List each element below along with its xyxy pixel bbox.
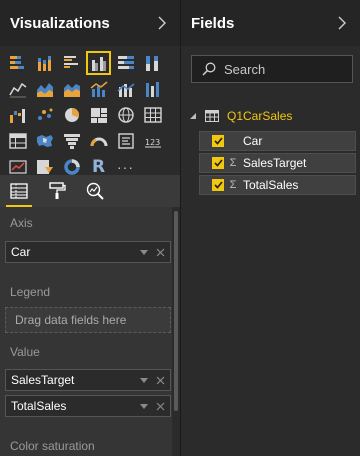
globe-map-icon[interactable] [112, 102, 139, 128]
checkbox-checked-icon[interactable] [212, 135, 224, 147]
waterfall-icon[interactable] [4, 102, 31, 128]
visualizations-pane: Visualizations 123 R ··· Axis Car Legend… [0, 0, 180, 456]
chevron-down-icon[interactable] [138, 374, 150, 386]
line-chart-icon[interactable] [4, 76, 31, 102]
axis-well-label: Axis [10, 216, 33, 230]
clustered-column-icon[interactable] [85, 50, 112, 76]
paint-roller-icon [49, 182, 66, 199]
checkbox-checked-icon[interactable] [212, 179, 224, 191]
table-node-q1carsales[interactable]: Q1CarSales [189, 106, 292, 126]
sigma-icon: Σ [229, 157, 237, 169]
fields-search-input[interactable]: Search [191, 55, 353, 83]
sigma-icon: Σ [229, 179, 237, 191]
funnel-icon[interactable] [58, 128, 85, 154]
table-name: Q1CarSales [227, 109, 293, 123]
table-icon[interactable] [139, 102, 166, 128]
area-chart-icon[interactable] [31, 76, 58, 102]
analytics-magnifier-icon [86, 182, 104, 200]
axis-field-name: Car [11, 245, 31, 259]
remove-field-close-icon[interactable] [154, 400, 166, 412]
fields-grid-icon [10, 183, 28, 199]
field-name: TotalSales [243, 178, 299, 192]
100-stacked-column-icon[interactable] [139, 50, 166, 76]
visualizations-title: Visualizations [10, 14, 110, 32]
field-item-salestarget[interactable]: Σ SalesTarget [199, 153, 356, 173]
value-field-pill[interactable]: SalesTarget [5, 369, 171, 391]
value-well-label: Value [10, 345, 40, 359]
axis-field-pill[interactable]: Car [5, 241, 171, 263]
visualization-gallery: 123 R ··· [4, 50, 176, 180]
expand-triangle-icon [190, 113, 196, 119]
fields-header: Fields [181, 0, 360, 46]
more-label: ··· [117, 159, 134, 175]
legend-drop-zone[interactable]: Drag data fields here [5, 307, 171, 333]
format-tab[interactable] [38, 175, 76, 207]
field-wells: Axis Car Legend Drag data fields here Va… [0, 207, 172, 456]
stacked-area-icon[interactable] [58, 76, 85, 102]
value-field-pill[interactable]: TotalSales [5, 395, 171, 417]
value-field-name: TotalSales [11, 399, 67, 413]
value-field-name: SalesTarget [11, 373, 75, 387]
matrix-icon[interactable] [4, 128, 31, 154]
table-icon [205, 110, 219, 122]
scatter-chart-icon[interactable] [31, 102, 58, 128]
remove-field-close-icon[interactable] [154, 374, 166, 386]
multi-row-card-icon[interactable]: 123 [139, 128, 166, 154]
visualization-subtabs [0, 175, 180, 207]
field-item-car[interactable]: Car [199, 131, 356, 151]
fields-pane: Fields Search Q1CarSales Car Σ SalesTarg… [181, 0, 360, 456]
search-placeholder: Search [224, 61, 266, 77]
clustered-bar-icon[interactable] [58, 50, 85, 76]
chevron-down-icon[interactable] [138, 400, 150, 412]
legend-well-label: Legend [10, 285, 51, 299]
visualizations-header: Visualizations [0, 0, 180, 46]
line-clustered-column-icon[interactable] [85, 76, 112, 102]
100-stacked-bar-icon[interactable] [112, 50, 139, 76]
wells-scrollbar[interactable] [172, 207, 180, 456]
search-icon [202, 62, 216, 76]
collapse-visualizations-chevron-icon[interactable] [156, 15, 168, 31]
filled-map-icon[interactable] [31, 128, 58, 154]
stacked-bar-icon[interactable] [4, 50, 31, 76]
stacked-column-icon[interactable] [31, 50, 58, 76]
card-icon[interactable] [112, 128, 139, 154]
treemap-icon[interactable] [85, 102, 112, 128]
field-item-totalsales[interactable]: Σ TotalSales [199, 175, 356, 195]
fields-title: Fields [191, 14, 235, 32]
color-saturation-well-label: Color saturation [10, 439, 95, 453]
r-script-label: R [91, 157, 106, 177]
gauge-icon[interactable] [85, 128, 112, 154]
svg-text:123: 123 [145, 138, 160, 147]
line-stacked-column-icon[interactable] [112, 76, 139, 102]
chevron-down-icon[interactable] [138, 246, 150, 258]
ribbon-chart-icon[interactable] [139, 76, 166, 102]
checkbox-checked-icon[interactable] [212, 157, 224, 169]
field-name: Car [243, 134, 263, 148]
scroll-thumb[interactable] [174, 211, 178, 411]
fields-tab[interactable] [0, 175, 38, 207]
field-name: SalesTarget [243, 156, 307, 170]
pie-chart-icon[interactable] [58, 102, 85, 128]
collapse-fields-chevron-icon[interactable] [336, 15, 348, 31]
remove-field-close-icon[interactable] [154, 246, 166, 258]
analytics-tab[interactable] [76, 175, 114, 207]
